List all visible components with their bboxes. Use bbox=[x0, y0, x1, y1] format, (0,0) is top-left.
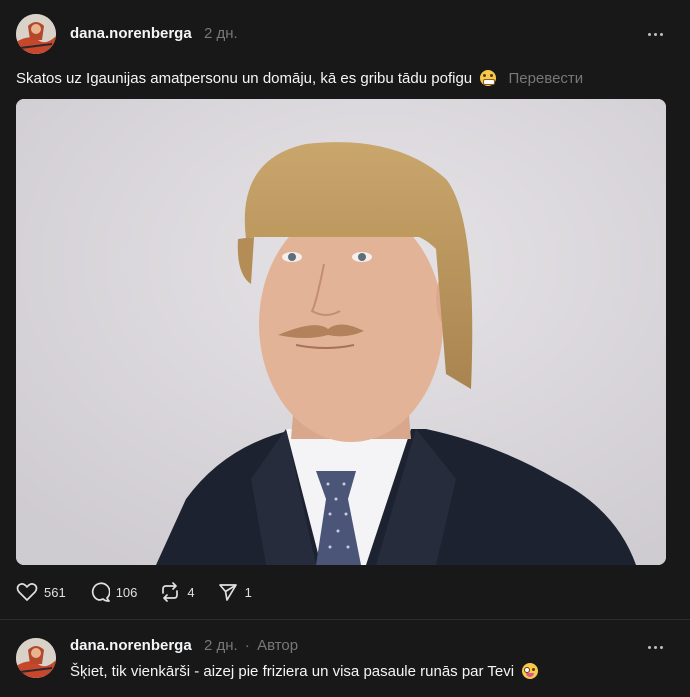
translate-link[interactable]: Перевести bbox=[508, 70, 583, 87]
post-photo[interactable] bbox=[16, 99, 666, 565]
reply-button[interactable]: 106 bbox=[88, 581, 138, 603]
heart-icon bbox=[16, 583, 38, 601]
reply-count: 106 bbox=[115, 584, 138, 600]
post-time: 2 дн. bbox=[204, 25, 238, 42]
username[interactable]: dana.norenberga bbox=[70, 637, 192, 654]
author-badge: Автор bbox=[257, 637, 299, 654]
reply-text-line: Šķiet, tik vienkārši - aizej pie frizier… bbox=[70, 663, 539, 680]
comment-icon bbox=[91, 582, 110, 602]
reply-text: Šķiet, tik vienkārši - aizej pie frizier… bbox=[70, 663, 515, 680]
like-count: 561 bbox=[44, 584, 66, 600]
meta-separator: · bbox=[244, 637, 250, 654]
reply-time: 2 дн. bbox=[204, 637, 238, 654]
reply-meta: 2 дн. · Автор bbox=[204, 637, 298, 654]
username[interactable]: dana.norenberga bbox=[70, 25, 192, 42]
send-icon bbox=[218, 584, 237, 601]
repost-button[interactable]: 4 bbox=[159, 581, 195, 603]
avatar[interactable] bbox=[16, 14, 56, 54]
avatar[interactable] bbox=[16, 638, 56, 678]
post-text-line: Skatos uz Igaunijas amatpersonu un domāj… bbox=[16, 70, 583, 87]
repost-count: 4 bbox=[187, 584, 195, 600]
post-actions: 561 106 4 1 bbox=[16, 578, 274, 606]
post: dana.norenberga 2 дн. Skatos uz Igaunija… bbox=[0, 0, 690, 619]
like-button[interactable]: 561 bbox=[16, 582, 66, 602]
more-options-icon[interactable] bbox=[643, 22, 667, 46]
grimacing-face-icon bbox=[480, 70, 497, 86]
share-count: 1 bbox=[244, 584, 252, 600]
zany-face-icon bbox=[522, 663, 539, 679]
share-button[interactable]: 1 bbox=[217, 581, 252, 603]
repost-icon bbox=[162, 582, 179, 602]
more-options-icon[interactable] bbox=[643, 635, 667, 659]
reply-post: dana.norenberga 2 дн. · Автор Šķiet, tik… bbox=[0, 620, 690, 697]
post-text: Skatos uz Igaunijas amatpersonu un domāj… bbox=[16, 70, 473, 87]
